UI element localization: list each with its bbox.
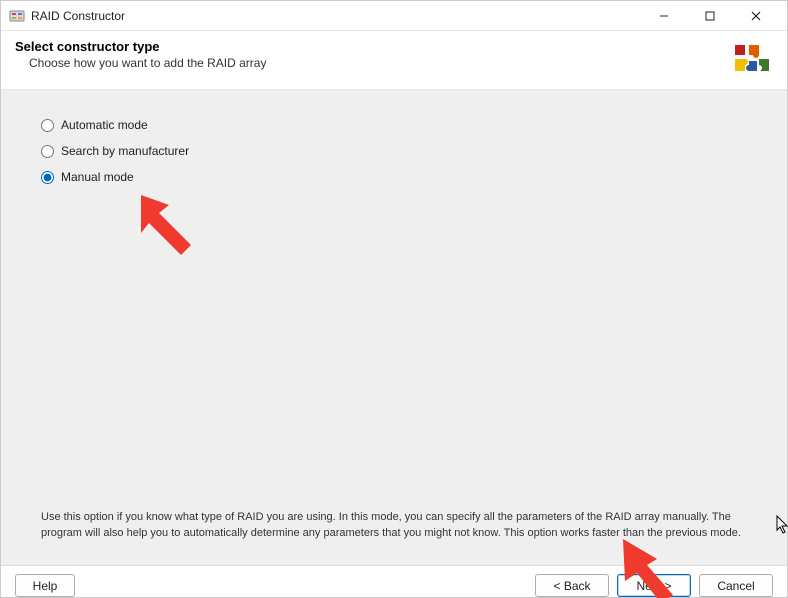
page-title: Select constructor type [15, 39, 729, 54]
radio-manufacturer-input[interactable] [41, 145, 54, 158]
back-button[interactable]: < Back [535, 574, 609, 597]
option-hint-text: Use this option if you know what type of… [41, 500, 747, 555]
close-button[interactable] [733, 2, 779, 30]
wizard-footer: Help < Back Next > Cancel [1, 565, 787, 597]
cancel-button[interactable]: Cancel [699, 574, 773, 597]
radio-manual-mode[interactable]: Manual mode [41, 170, 747, 184]
titlebar: RAID Constructor [1, 1, 787, 31]
radio-automatic-input[interactable] [41, 119, 54, 132]
mouse-cursor-icon [776, 515, 788, 538]
help-button[interactable]: Help [15, 574, 75, 597]
radio-automatic-label: Automatic mode [61, 118, 148, 132]
puzzle-icon [729, 39, 773, 79]
radio-search-by-manufacturer[interactable]: Search by manufacturer [41, 144, 747, 158]
radio-manual-label: Manual mode [61, 170, 134, 184]
wizard-header: Select constructor type Choose how you w… [1, 31, 787, 90]
radio-manual-input[interactable] [41, 171, 54, 184]
wizard-body: Automatic mode Search by manufacturer Ma… [1, 90, 787, 565]
radio-manufacturer-label: Search by manufacturer [61, 144, 189, 158]
app-icon [9, 8, 25, 24]
constructor-type-options: Automatic mode Search by manufacturer Ma… [41, 118, 747, 184]
wizard-header-text: Select constructor type Choose how you w… [15, 39, 729, 70]
page-subtitle: Choose how you want to add the RAID arra… [15, 56, 729, 70]
minimize-button[interactable] [641, 2, 687, 30]
window-title: RAID Constructor [31, 9, 641, 23]
radio-automatic-mode[interactable]: Automatic mode [41, 118, 747, 132]
wizard-window: RAID Constructor Select constructor type… [0, 0, 788, 598]
maximize-button[interactable] [687, 2, 733, 30]
next-button[interactable]: Next > [617, 574, 691, 597]
